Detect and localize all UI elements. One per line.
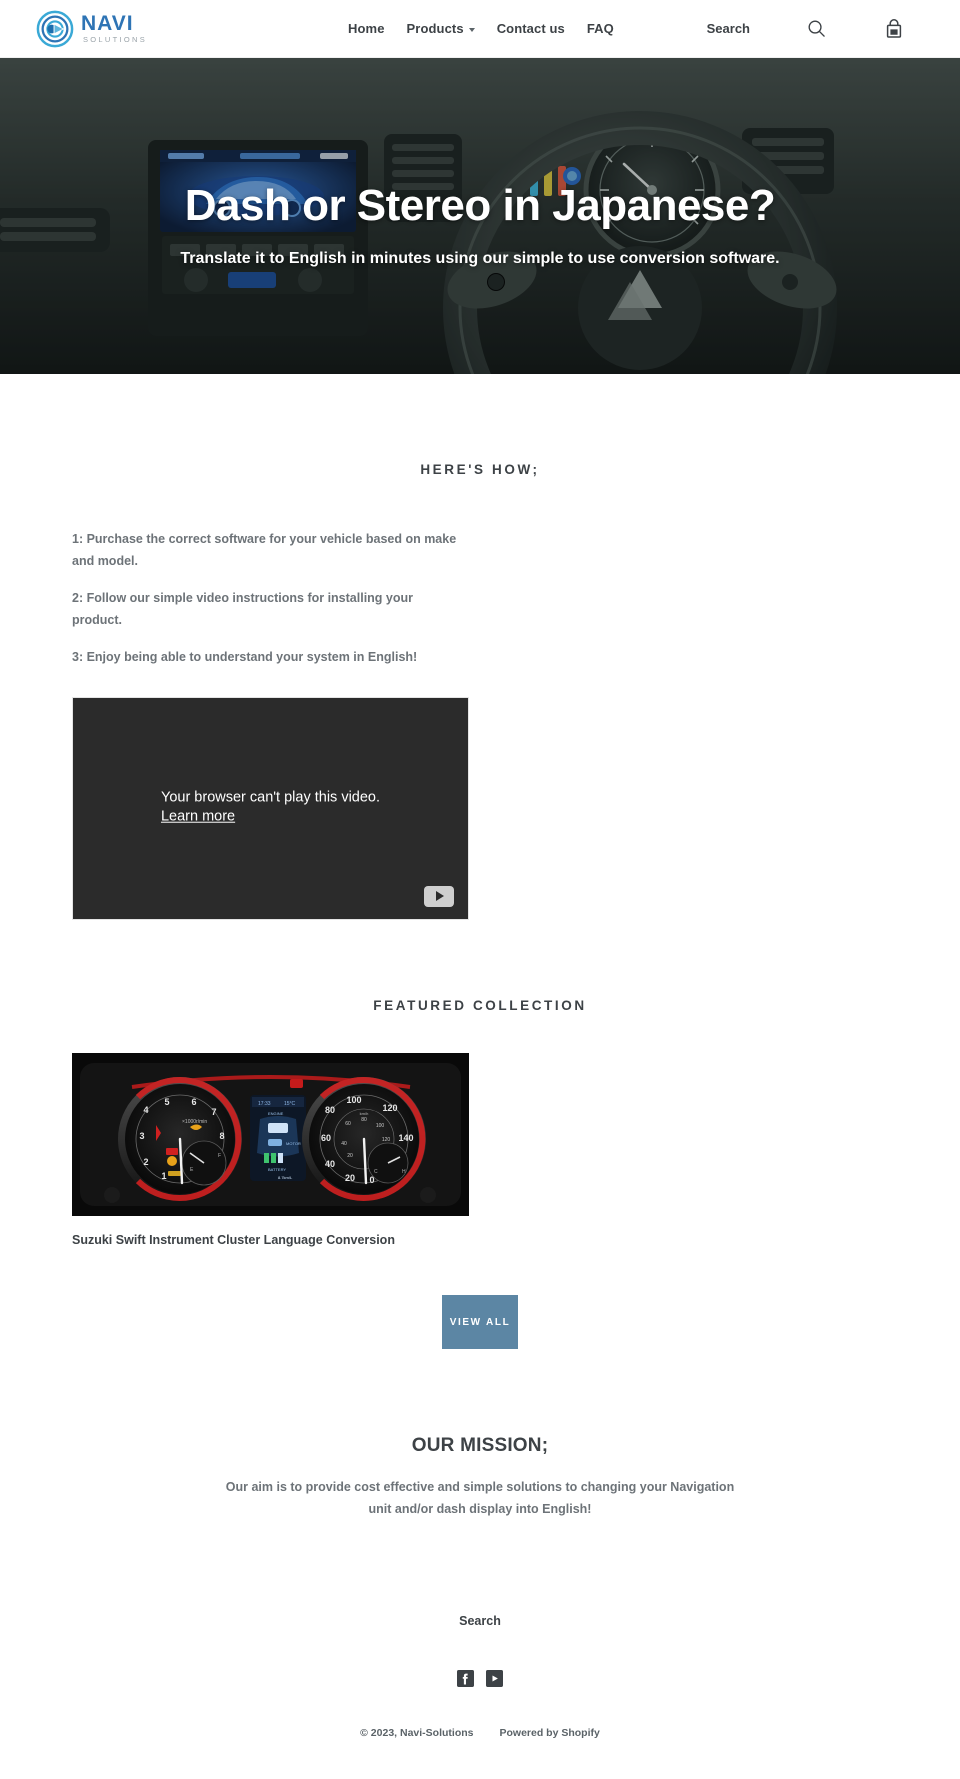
nav-item-home-label: Home [348,21,385,36]
svg-text:8: 8 [219,1131,224,1141]
chevron-down-icon [468,27,475,32]
nav-item-contact-us[interactable]: Contact us [497,21,565,36]
svg-text:2: 2 [143,1157,148,1167]
view-all-wrapper: VIEW ALL [72,1295,888,1349]
logo-name: NAVI [81,12,134,36]
svg-text:F: F [218,1153,221,1159]
svg-text:100: 100 [376,1123,385,1129]
howto-section: HERE'S HOW; 1: Purchase the correct soft… [0,374,960,920]
hero-title: Dash or Stereo in Japanese? [184,181,776,231]
svg-text:3: 3 [139,1131,144,1141]
svg-text:80: 80 [325,1105,335,1115]
product-image-link[interactable]: 4 5 6 7 8 3 2 1 0 ×1000r/min [72,1052,469,1216]
hero-content: Dash or Stereo in Japanese? Translate it… [0,58,960,374]
svg-text:120: 120 [382,1103,397,1113]
product-card: 4 5 6 7 8 3 2 1 0 ×1000r/min [72,1052,469,1250]
product-image: 4 5 6 7 8 3 2 1 0 ×1000r/min [72,1052,469,1216]
nav-item-products-label: Products [406,21,464,36]
powered-by-shopify-link[interactable]: Powered by Shopify [500,1727,600,1739]
footer-bottom-bar: © 2023, Navi-Solutions Powered by Shopif… [0,1727,960,1739]
site-header: NAVI SOLUTIONS Home Products Contact us … [0,0,960,58]
svg-text:8.7km/L: 8.7km/L [278,1175,293,1180]
svg-text:20: 20 [347,1153,353,1159]
navi-target-play-logo-icon [36,10,74,47]
product-title[interactable]: Suzuki Swift Instrument Cluster Language… [72,1232,469,1250]
svg-text:17:33: 17:33 [258,1101,271,1107]
nav-item-faq[interactable]: FAQ [587,21,614,36]
howto-step-list: 1: Purchase the correct software for you… [72,529,888,669]
svg-text:×1000r/min: ×1000r/min [182,1119,207,1125]
site-footer: Search © 2023, Navi-Solutions Powered by… [0,1520,960,1779]
svg-text:40: 40 [325,1159,335,1169]
main-navigation: Home Products Contact us FAQ [348,21,614,36]
nav-item-home[interactable]: Home [348,21,385,36]
svg-text:120: 120 [382,1137,391,1143]
youtube-play-icon[interactable] [424,885,454,907]
svg-text:5: 5 [164,1097,169,1107]
featured-collection-section: FEATURED COLLECTION 4 5 6 7 8 3 2 1 ×100… [0,920,960,1349]
mission-title: OUR MISSION; [411,1435,549,1456]
video-player[interactable]: Your browser can't play this video. Lear… [72,696,469,920]
site-logo[interactable]: NAVI SOLUTIONS [36,10,147,48]
svg-text:80: 80 [361,1117,367,1123]
nav-item-faq-label: FAQ [586,21,614,36]
svg-text:H: H [402,1169,406,1175]
svg-text:BATTERY: BATTERY [268,1167,286,1172]
shopping-bag-icon [886,18,902,38]
svg-text:20: 20 [345,1173,355,1183]
video-learn-more-link[interactable]: Learn more [161,808,380,827]
video-error-text: Your browser can't play this video. [160,789,381,806]
header-search-label[interactable]: Search [707,21,750,36]
hero-banner: Dash or Stereo in Japanese? Translate it… [0,58,960,374]
nav-item-contact-us-label: Contact us [496,21,565,36]
howto-step-2: 2: Follow our simple video instructions … [72,591,414,627]
mission-section: OUR MISSION; Our aim is to provide cost … [0,1349,960,1520]
svg-text:km/h: km/h [360,1111,369,1116]
search-button[interactable] [794,7,838,51]
footer-search-link[interactable]: Search [459,1614,501,1628]
featured-container: 4 5 6 7 8 3 2 1 0 ×1000r/min [0,1052,960,1349]
hero-subtitle: Translate it to English in minutes using… [180,249,780,267]
svg-text:MOTOR: MOTOR [286,1141,301,1146]
howto-step-1: 1: Purchase the correct software for you… [72,532,457,568]
facebook-icon [457,1670,474,1687]
svg-text:1: 1 [161,1171,166,1181]
featured-collection-title: FEATURED COLLECTION [373,997,587,1013]
howto-title: HERE'S HOW; [420,462,540,477]
svg-text:6: 6 [191,1097,196,1107]
social-links [0,1670,960,1687]
search-icon [808,20,825,37]
svg-text:100: 100 [346,1095,361,1105]
svg-text:140: 140 [398,1133,413,1143]
logo-text-block: NAVI SOLUTIONS [81,13,147,44]
logo-subtitle: SOLUTIONS [83,35,148,45]
view-all-line2: ALL [486,1316,511,1328]
svg-text:60: 60 [345,1121,351,1127]
view-all-button[interactable]: VIEW ALL [442,1295,518,1349]
svg-text:7: 7 [211,1107,216,1117]
svg-text:ENGINE: ENGINE [268,1111,284,1116]
youtube-icon [486,1670,503,1687]
facebook-link[interactable] [457,1670,474,1687]
video-error-message: Your browser can't play this video. Lear… [161,789,380,828]
svg-text:60: 60 [321,1133,331,1143]
howto-container: 1: Purchase the correct software for you… [0,529,960,920]
svg-text:C: C [374,1169,378,1175]
youtube-link[interactable] [486,1670,503,1687]
copyright-text: © 2023, Navi-Solutions [360,1727,474,1739]
howto-step-3: 3: Enjoy being able to understand your s… [72,650,418,664]
view-all-line1: VIEW [449,1316,482,1328]
cart-button[interactable] [872,7,916,51]
svg-text:15°C: 15°C [284,1101,296,1107]
svg-text:4: 4 [143,1105,148,1115]
mission-body: Our aim is to provide cost effective and… [225,1480,735,1516]
nav-item-products[interactable]: Products [407,21,475,36]
svg-text:40: 40 [341,1141,347,1147]
